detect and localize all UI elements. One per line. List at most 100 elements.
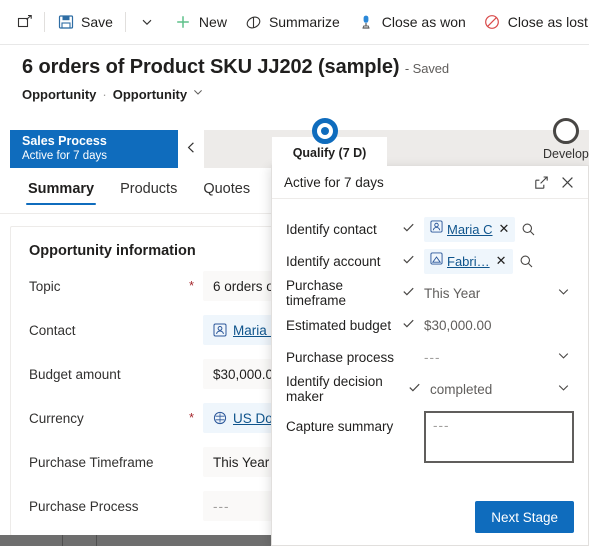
stage-develop-label: Develop	[543, 147, 589, 161]
estimated-budget-value: $30,000.00	[424, 317, 492, 333]
field-label-currency: Currency	[29, 410, 84, 426]
process-status: Active for 7 days	[22, 150, 108, 162]
chevron-down-icon[interactable]	[193, 86, 203, 104]
tab-summary[interactable]: Summary	[18, 178, 104, 207]
process-collapse-button[interactable]	[178, 130, 204, 168]
close-as-lost-label: Close as lost	[507, 14, 588, 30]
step-control-identify-contact: Maria C ✕	[424, 216, 574, 242]
open-new-window-icon	[16, 14, 33, 31]
step-label-identify-decision-maker: Identify decision maker	[286, 374, 383, 404]
save-icon	[57, 14, 74, 31]
contact-icon	[430, 220, 443, 238]
step-purchase-timeframe: Purchase timeframe This Year	[286, 277, 574, 309]
purchase-process-value: ---	[424, 349, 441, 365]
estimated-budget-input[interactable]: $30,000.00	[424, 318, 574, 333]
account-icon	[430, 252, 443, 270]
breadcrumb-form[interactable]: Opportunity	[113, 86, 187, 104]
close-as-lost-button[interactable]: Close as lost	[475, 4, 589, 40]
chevron-down-icon	[557, 285, 574, 301]
account-chip-label: Fabri…	[447, 253, 490, 269]
chevron-down-icon	[139, 14, 156, 31]
breadcrumb-separator: ·	[102, 87, 107, 102]
step-label-identify-contact: Identify contact	[286, 221, 377, 237]
step-label-purchase-process: Purchase process	[286, 349, 395, 365]
required-indicator-topic: *	[189, 278, 195, 293]
field-label-budget-amount: Budget amount	[29, 366, 121, 382]
search-icon[interactable]	[519, 254, 534, 269]
process-name-block[interactable]: Sales Process Active for 7 days	[10, 130, 178, 168]
step-label-estimated-budget: Estimated budget	[286, 317, 392, 333]
close-as-won-button[interactable]: Close as won	[349, 4, 475, 40]
step-capture-summary: Capture summary ---	[286, 411, 574, 463]
plus-icon	[175, 14, 192, 31]
field-label-purchase-timeframe: Purchase Timeframe	[29, 454, 154, 470]
capture-summary-textarea[interactable]: ---	[424, 411, 574, 463]
tab-quotes-label: Quotes	[203, 181, 251, 197]
step-label-identify-account: Identify account	[286, 253, 381, 269]
chevron-left-icon	[185, 141, 198, 157]
app-window: Save New Summarize Close as won Close as…	[0, 0, 589, 546]
summarize-icon	[245, 14, 262, 31]
search-icon[interactable]	[521, 222, 536, 237]
step-purchase-process: Purchase process ---	[286, 341, 574, 373]
scrollbar-tick	[62, 535, 63, 546]
field-label-purchase-process: Purchase Process	[29, 498, 139, 514]
tab-products[interactable]: Products	[110, 178, 187, 207]
flyout-steps: Identify contact Maria C ✕ Identify acco…	[272, 199, 588, 463]
breadcrumb-entity: Opportunity	[22, 87, 97, 102]
new-label: New	[198, 14, 227, 30]
clear-icon[interactable]: ✕	[497, 221, 510, 237]
purchase-timeframe-select[interactable]: This Year	[424, 285, 574, 301]
tab-quotes[interactable]: Quotes	[193, 178, 260, 207]
saved-status: - Saved	[404, 61, 450, 76]
field-label-contact: Contact	[29, 322, 76, 338]
process-stages-track	[204, 130, 589, 168]
purchase-process-value: ---	[213, 498, 230, 514]
save-options-caret[interactable]	[129, 4, 166, 40]
check-icon	[408, 381, 430, 397]
command-bar: Save New Summarize Close as won Close as…	[0, 0, 589, 45]
flyout-header: Active for 7 days	[272, 166, 588, 199]
stage-future-indicator-icon	[552, 118, 579, 144]
step-control-identify-account: Fabri… ✕	[424, 248, 574, 274]
clear-icon[interactable]: ✕	[494, 253, 507, 269]
flyout-footer: Next Stage	[272, 501, 588, 533]
scrollbar-tick	[96, 535, 97, 546]
identify-decision-maker-value: completed	[430, 381, 493, 397]
process-name: Sales Process	[22, 134, 107, 148]
stage-detail-flyout: Active for 7 days Identify contact Maria…	[271, 165, 589, 546]
chevron-down-icon	[557, 349, 574, 365]
stage-qualify[interactable]	[312, 118, 338, 144]
command-separator-1	[44, 12, 45, 32]
check-icon	[402, 285, 424, 301]
tab-summary-label: Summary	[28, 181, 95, 197]
chevron-down-icon	[557, 381, 574, 397]
account-chip[interactable]: Fabri… ✕	[424, 248, 513, 274]
summarize-button[interactable]: Summarize	[236, 4, 349, 40]
open-in-new-icon[interactable]	[528, 169, 554, 195]
identify-decision-maker-select[interactable]: completed	[430, 381, 574, 397]
next-stage-button[interactable]: Next Stage	[475, 501, 574, 533]
purchase-timeframe-value: This Year	[213, 454, 270, 470]
check-icon	[402, 317, 424, 333]
step-estimated-budget: Estimated budget $30,000.00	[286, 309, 574, 341]
purchase-process-select[interactable]: ---	[424, 349, 574, 365]
save-label: Save	[81, 14, 113, 30]
command-separator-2	[124, 12, 126, 32]
breadcrumb: Opportunity · Opportunity	[0, 86, 589, 104]
required-indicator-currency: *	[189, 410, 195, 425]
tab-products-label: Products	[120, 181, 178, 197]
open-new-window-button[interactable]	[8, 4, 41, 40]
contact-icon	[213, 323, 227, 337]
horizontal-scrollbar[interactable]	[0, 535, 271, 546]
record-header: 6 orders of Product SKU JJ202 (sample) -…	[0, 52, 589, 104]
record-title-text: 6 orders of Product SKU JJ202 (sample)	[22, 56, 400, 78]
new-button[interactable]: New	[166, 4, 236, 40]
capture-summary-value: ---	[433, 418, 450, 433]
stage-develop[interactable]: Develop	[543, 118, 589, 161]
save-button[interactable]: Save	[48, 4, 122, 40]
close-icon[interactable]	[554, 169, 580, 195]
contact-chip[interactable]: Maria C ✕	[424, 216, 516, 242]
step-identify-decision-maker: Identify decision maker completed	[286, 373, 574, 405]
step-label-capture-summary: Capture summary	[286, 419, 394, 434]
